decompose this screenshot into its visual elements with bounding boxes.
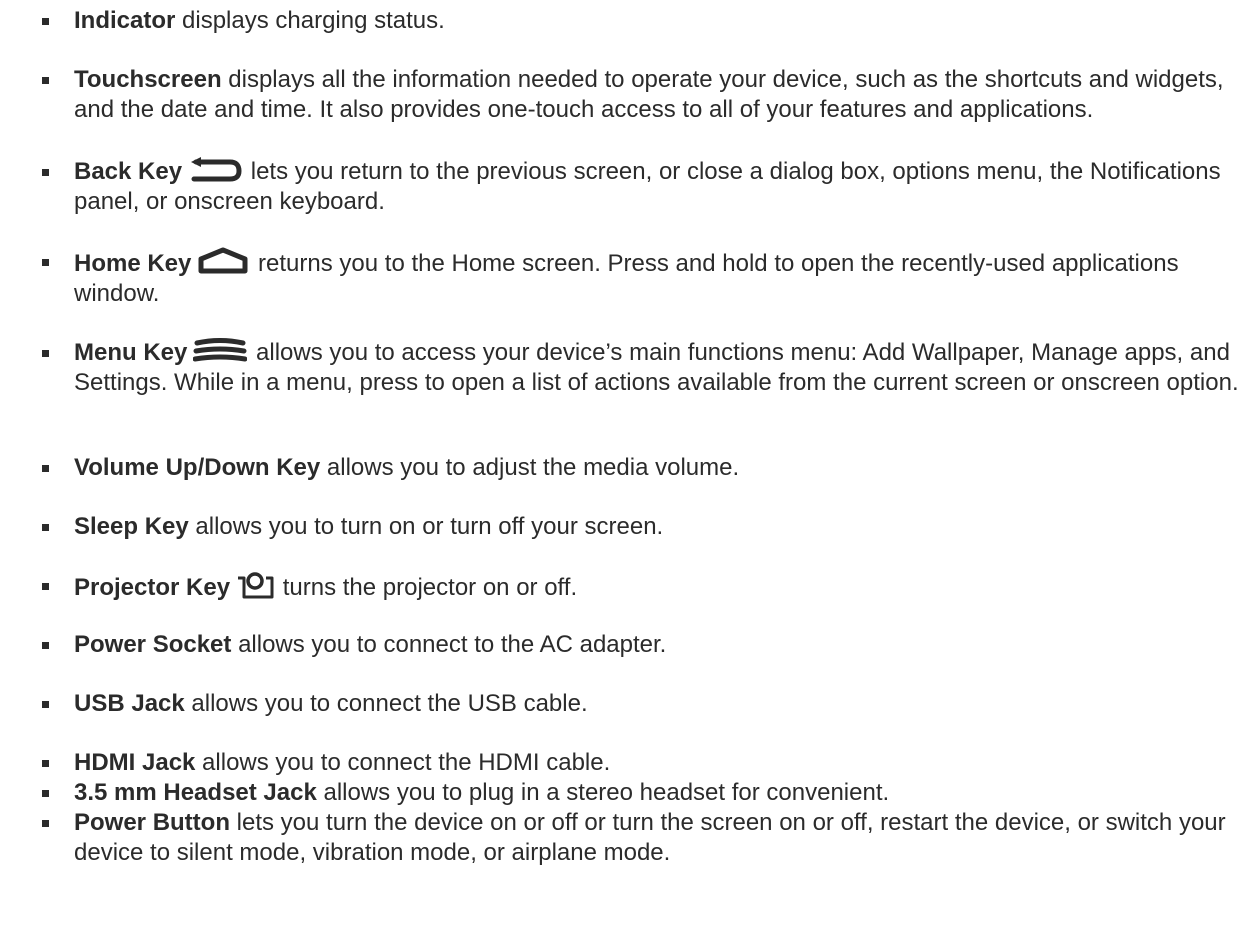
description: allows you to connect to the AC adapter. (231, 631, 667, 658)
home-icon (197, 247, 249, 275)
term-label: Menu Key (74, 339, 188, 366)
list-item-headset-jack: 3.5 mm Headset Jack allows you to plug i… (42, 778, 1242, 808)
menu-icon (193, 338, 248, 364)
term-label: Sleep Key (74, 513, 189, 540)
term-label: Indicator (74, 7, 176, 34)
description: allows you to turn on or turn off your s… (188, 513, 664, 540)
bullet (42, 790, 49, 797)
bullet (42, 169, 49, 176)
list-item-usb-jack: USB Jack allows you to connect the USB c… (42, 689, 1242, 719)
list-item-volume-key: Volume Up/Down Key allows you to adjust … (42, 453, 1242, 483)
list-item-home-key: Home Key returns you to the Home screen.… (42, 247, 1242, 309)
term-label: Touchscreen (74, 66, 222, 93)
back-arrow-icon (188, 157, 242, 183)
term-label: 3.5 mm Headset Jack (74, 779, 317, 806)
term-label: Back Key (74, 158, 183, 185)
description: displays all the information needed to o… (74, 66, 1224, 123)
description: turns the projector on or off. (276, 574, 578, 601)
term-label: Home Key (74, 250, 192, 277)
list-item-sleep-key: Sleep Key allows you to turn on or turn … (42, 512, 1242, 542)
description: lets you return to the previous screen, … (74, 158, 1221, 215)
bullet (42, 259, 49, 266)
bullet (42, 642, 49, 649)
term-label: Power Button (74, 809, 230, 836)
description: allows you to adjust the media volume. (320, 454, 740, 481)
term-label: Volume Up/Down Key (74, 454, 321, 481)
list-item-touchscreen: Touchscreen displays all the information… (42, 65, 1242, 125)
list-item-power-socket: Power Socket allows you to connect to th… (42, 630, 1242, 660)
list-item-projector-key: Projector Key turns the projector on or … (42, 571, 1242, 603)
bullet (42, 465, 49, 472)
list-item-power-button: Power Button lets you turn the device on… (42, 808, 1242, 868)
description: allows you to access your device’s main … (74, 339, 1239, 396)
bullet (42, 350, 49, 357)
bullet (42, 77, 49, 84)
term-label: Projector Key (74, 574, 231, 601)
list-item-back-key: Back Key lets you return to the previous… (42, 157, 1242, 217)
term-label: Power Socket (74, 631, 232, 658)
bullet (42, 701, 49, 708)
description: allows you to connect the USB cable. (184, 690, 588, 717)
description: allows you to connect the HDMI cable. (195, 749, 611, 776)
term-label: HDMI Jack (74, 749, 196, 776)
description: allows you to plug in a stereo headset f… (316, 779, 890, 806)
bullet (42, 18, 49, 25)
bullet (42, 760, 49, 767)
bullet (42, 583, 49, 590)
list-item-indicator: Indicator displays charging status. (42, 6, 1242, 36)
bullet (42, 524, 49, 531)
projector-icon (236, 571, 274, 599)
term-label: USB Jack (74, 690, 185, 717)
bullet (42, 820, 49, 827)
list-item-hdmi-jack: HDMI Jack allows you to connect the HDMI… (42, 748, 1242, 778)
list-item-menu-key: Menu Key allows you to access your devic… (42, 338, 1242, 398)
description: displays charging status. (175, 7, 445, 34)
description: lets you turn the device on or off or tu… (74, 809, 1226, 866)
